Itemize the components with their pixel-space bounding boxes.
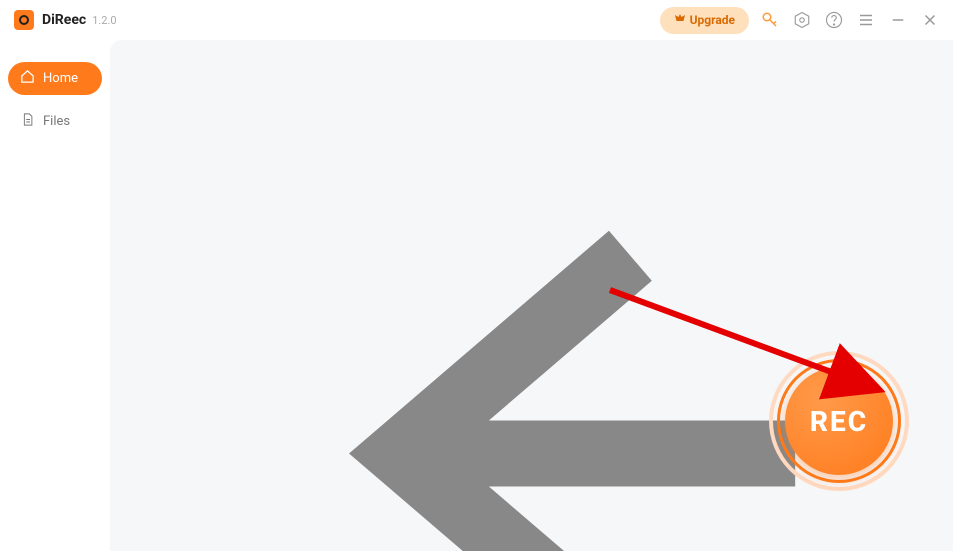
key-icon[interactable] xyxy=(761,11,779,29)
close-icon[interactable] xyxy=(921,11,939,29)
app-name: DiReec xyxy=(42,12,86,28)
help-icon[interactable] xyxy=(825,11,843,29)
upgrade-button[interactable]: Upgrade xyxy=(660,7,749,34)
app-version: 1.2.0 xyxy=(92,14,116,27)
sidebar-item-files[interactable]: Files xyxy=(8,105,102,138)
sidebar-item-label: Files xyxy=(43,114,70,129)
files-icon xyxy=(20,112,35,131)
titlebar: DiReec 1.2.0 Upgrade xyxy=(0,0,953,40)
menu-icon[interactable] xyxy=(857,11,875,29)
sidebar-item-home[interactable]: Home xyxy=(8,62,102,95)
settings-hex-icon[interactable] xyxy=(793,11,811,29)
main-panel: Screen Size Full Custom 1920 1080 xyxy=(110,40,953,551)
rec-button[interactable]: REC xyxy=(785,367,893,475)
home-icon xyxy=(20,69,35,88)
sidebar: Home Files xyxy=(0,40,110,551)
minimize-icon[interactable] xyxy=(889,11,907,29)
app-logo xyxy=(14,10,34,30)
rec-button-wrap: REC xyxy=(769,351,909,491)
crown-icon xyxy=(674,13,686,28)
sidebar-item-label: Home xyxy=(43,71,78,86)
upgrade-label: Upgrade xyxy=(690,13,735,27)
